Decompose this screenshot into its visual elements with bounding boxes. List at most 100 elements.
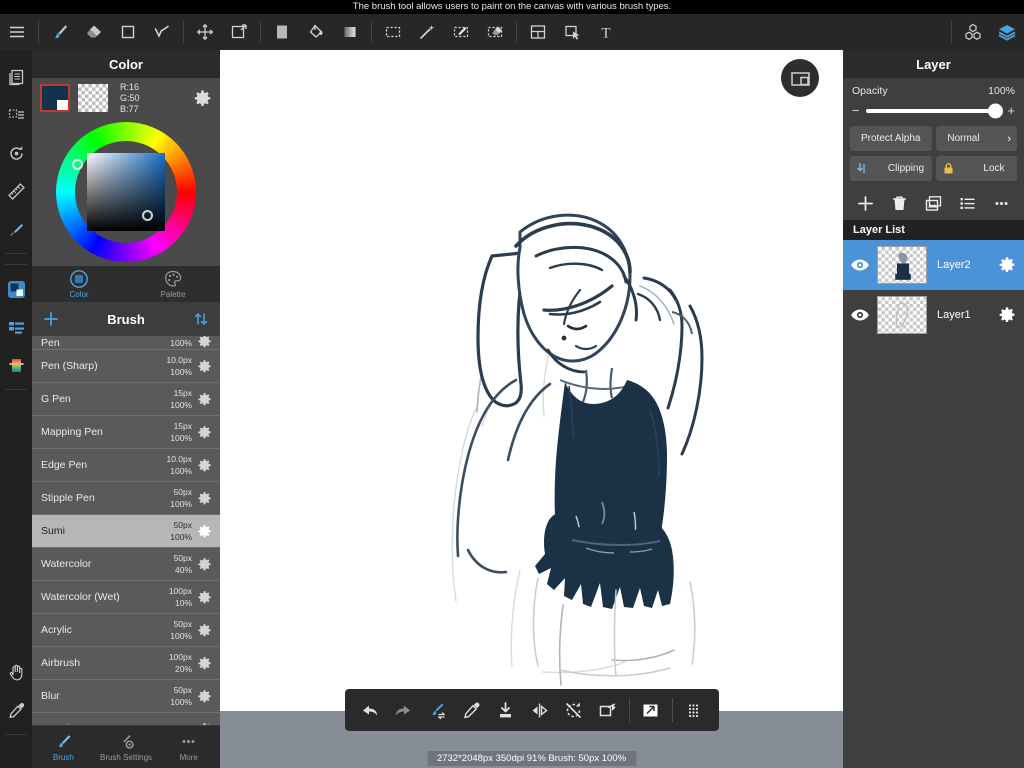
layers-icon[interactable] — [990, 15, 1024, 49]
ruler-icon[interactable] — [0, 172, 32, 210]
brush-list-item[interactable]: Airbrush100px20% — [32, 647, 220, 680]
layer-list[interactable]: Layer2Layer1 — [843, 240, 1024, 768]
eyedropper-icon[interactable] — [0, 691, 32, 729]
saturation-value-square[interactable] — [87, 153, 165, 231]
redo-button[interactable] — [387, 690, 421, 730]
brush-list-item[interactable]: Watercolor50px40% — [32, 548, 220, 581]
tab-brush-settings[interactable]: Brush Settings — [95, 726, 158, 768]
fill-rect-tool[interactable] — [265, 15, 299, 49]
layer-visibility-eye-icon[interactable] — [843, 305, 877, 325]
tab-color[interactable]: Color — [32, 266, 126, 302]
brush-settings-gear-icon[interactable] — [194, 336, 214, 349]
hue-handle[interactable] — [72, 159, 83, 170]
sort-brushes-icon[interactable] — [192, 310, 210, 328]
drag-handle[interactable] — [677, 690, 711, 730]
undo-button[interactable] — [353, 690, 387, 730]
brush-list-item[interactable]: Pen (Sharp)10.0px100% — [32, 350, 220, 383]
brush-list-item[interactable]: Smudge70px — [32, 713, 220, 725]
opacity-slider-thumb[interactable] — [988, 103, 1003, 118]
saturation-value-handle[interactable] — [142, 210, 153, 221]
brush-settings-gear-icon[interactable] — [194, 425, 214, 440]
curve-tool[interactable] — [145, 15, 179, 49]
add-layer-button[interactable] — [853, 190, 879, 216]
layer-settings-gear-icon[interactable] — [990, 306, 1024, 324]
opacity-decrease-button[interactable]: − — [852, 104, 860, 117]
new-layer-button[interactable] — [591, 690, 625, 730]
layer-thumbnail[interactable] — [877, 246, 927, 284]
divide-frame-tool[interactable] — [521, 15, 555, 49]
layer-settings-gear-icon[interactable] — [990, 256, 1024, 274]
clipping-button[interactable]: Clipping — [850, 156, 932, 181]
brush-list-item[interactable]: Stipple Pen50px100% — [32, 482, 220, 515]
gradient-tool[interactable] — [333, 15, 367, 49]
brush-list[interactable]: Pen100%Pen (Sharp)10.0px100%G Pen15px100… — [32, 336, 220, 725]
brush-settings-gear-icon[interactable] — [194, 557, 214, 572]
color-settings-gear-icon[interactable] — [193, 89, 212, 108]
text-tool[interactable]: T — [589, 15, 623, 49]
brush-list-item[interactable]: Mapping Pen15px100% — [32, 416, 220, 449]
move-tool[interactable] — [188, 15, 222, 49]
marquee-select-tool[interactable] — [376, 15, 410, 49]
hand-tool-icon[interactable] — [0, 653, 32, 691]
canvas-paper[interactable] — [220, 50, 843, 711]
navigator-icon[interactable] — [781, 59, 819, 97]
tab-brush[interactable]: Brush — [32, 726, 95, 768]
tab-more[interactable]: More — [157, 726, 220, 768]
brush-tool[interactable] — [43, 15, 77, 49]
brush-settings-gear-icon[interactable] — [194, 458, 214, 473]
brush-list-item[interactable]: Pen100% — [32, 336, 220, 350]
brush-settings-gear-icon[interactable] — [194, 623, 214, 638]
bucket-tool[interactable] — [299, 15, 333, 49]
brush-list-item[interactable]: Acrylic50px100% — [32, 614, 220, 647]
select-pen-tool[interactable] — [444, 15, 478, 49]
magic-wand-tool[interactable] — [410, 15, 444, 49]
object-select-tool[interactable] — [555, 15, 589, 49]
gradient-palette-icon[interactable] — [0, 346, 32, 384]
menu-icon[interactable] — [0, 15, 34, 49]
brush-settings-gear-icon[interactable] — [194, 359, 214, 374]
lock-button[interactable]: Lock — [936, 156, 1018, 181]
delete-layer-button[interactable] — [887, 190, 913, 216]
color-wheel[interactable] — [56, 122, 196, 262]
layer-list-icon[interactable] — [0, 308, 32, 346]
layer-list-item[interactable]: Layer1 — [843, 290, 1024, 340]
transparent-color-swatch[interactable] — [78, 84, 108, 112]
rotate-icon[interactable] — [0, 134, 32, 172]
brush-settings-gear-icon[interactable] — [194, 524, 214, 539]
brush-list-item[interactable]: Watercolor (Wet)100px10% — [32, 581, 220, 614]
foreground-color-swatch[interactable] — [40, 84, 70, 112]
opacity-increase-button[interactable]: + — [1007, 104, 1015, 117]
brush-settings-gear-icon[interactable] — [194, 722, 214, 726]
expand-button[interactable] — [634, 690, 668, 730]
brush-swap-button[interactable] — [421, 690, 455, 730]
shape-tool[interactable] — [111, 15, 145, 49]
brush-settings-gear-icon[interactable] — [194, 689, 214, 704]
blend-mode-button[interactable]: Normal › — [936, 126, 1018, 151]
brush-settings-gear-icon[interactable] — [194, 491, 214, 506]
merge-down-button[interactable] — [489, 690, 523, 730]
brush-settings-gear-icon[interactable] — [194, 392, 214, 407]
layer-properties-button[interactable] — [954, 190, 980, 216]
selection-list-icon[interactable] — [0, 96, 32, 134]
opacity-slider[interactable] — [866, 109, 1002, 113]
layer-more-button[interactable] — [988, 190, 1014, 216]
layer-visibility-eye-icon[interactable] — [843, 255, 877, 275]
layer-thumbnail[interactable] — [877, 296, 927, 334]
duplicate-layer-button[interactable] — [920, 190, 946, 216]
materials-icon[interactable] — [956, 15, 990, 49]
color-swatch-icon[interactable] — [0, 270, 32, 308]
eyedropper-button[interactable] — [455, 690, 489, 730]
flip-button[interactable] — [523, 690, 557, 730]
layer-list-item[interactable]: Layer2 — [843, 240, 1024, 290]
brush-settings-gear-icon[interactable] — [194, 590, 214, 605]
transform-tool[interactable] — [222, 15, 256, 49]
flashlight-icon[interactable] — [0, 210, 32, 248]
brush-list-item[interactable]: Blur50px100% — [32, 680, 220, 713]
brush-list-item[interactable]: Sumi50px100% — [32, 515, 220, 548]
tab-palette[interactable]: Palette — [126, 266, 220, 302]
add-brush-icon[interactable] — [42, 310, 60, 328]
brush-settings-gear-icon[interactable] — [194, 656, 214, 671]
select-eraser-tool[interactable] — [478, 15, 512, 49]
brush-list-item[interactable]: Edge Pen10.0px100% — [32, 449, 220, 482]
rotate-reset-button[interactable] — [557, 690, 591, 730]
